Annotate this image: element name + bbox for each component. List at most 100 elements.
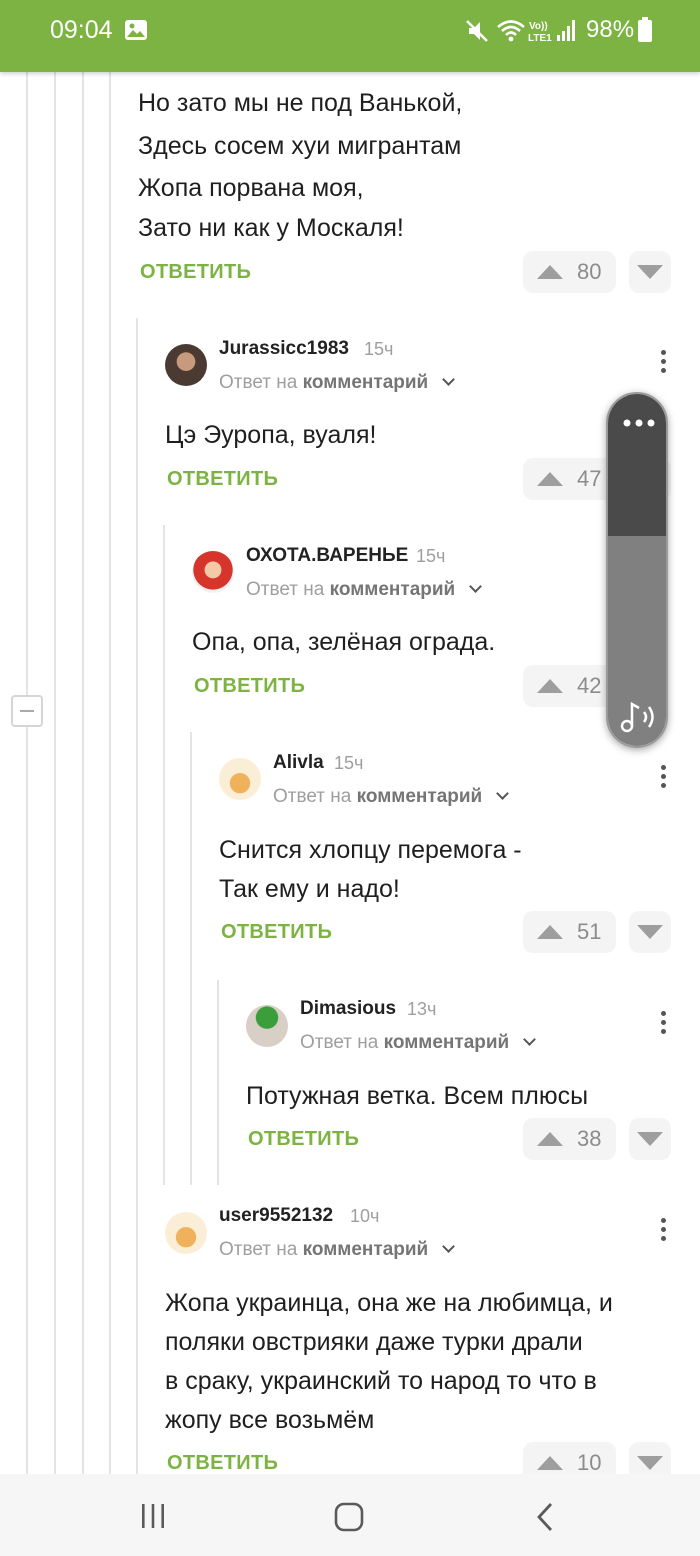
comment-time: 10ч bbox=[350, 1206, 380, 1226]
downvote-icon[interactable] bbox=[629, 1118, 671, 1160]
thread-line bbox=[136, 318, 138, 1474]
more-icon[interactable] bbox=[623, 418, 655, 428]
chevron-down-icon bbox=[441, 373, 455, 386]
reply-to-prefix: Ответ на bbox=[219, 372, 298, 393]
comment-text-line: Потужная ветка. Всем плюсы bbox=[246, 1082, 589, 1110]
navigation-bar bbox=[0, 1474, 700, 1556]
vote-panel: 80 bbox=[523, 251, 616, 293]
comment-text-line: поляки овстрияки даже турки драли bbox=[165, 1328, 583, 1356]
chevron-down-icon bbox=[441, 1240, 455, 1253]
comment-score: 42 bbox=[577, 673, 602, 698]
comment-text-line: Но зато мы не под Ванькой, bbox=[138, 89, 463, 117]
more-icon[interactable] bbox=[654, 762, 674, 792]
more-icon[interactable] bbox=[654, 1215, 674, 1245]
upvote-icon[interactable] bbox=[537, 472, 563, 486]
reply-to-target: комментарий bbox=[302, 372, 429, 393]
more-icon[interactable] bbox=[654, 347, 674, 377]
reply-button[interactable]: ОТВЕТИТЬ bbox=[140, 261, 251, 284]
comment-text-line: жопу все возьмём bbox=[165, 1406, 375, 1434]
avatar[interactable] bbox=[246, 1005, 288, 1047]
avatar[interactable] bbox=[165, 344, 207, 386]
collapse-thread-button[interactable] bbox=[11, 695, 43, 727]
home-icon[interactable] bbox=[334, 1502, 364, 1532]
vote-panel: 51 bbox=[523, 911, 616, 953]
vote-panel: 38 bbox=[523, 1118, 616, 1160]
reply-to-target: комментарий bbox=[302, 1239, 429, 1260]
upvote-icon[interactable] bbox=[537, 679, 563, 693]
volume-panel-header bbox=[608, 394, 666, 536]
reply-button[interactable]: ОТВЕТИТЬ bbox=[248, 1128, 359, 1151]
downvote-icon[interactable] bbox=[629, 911, 671, 953]
svg-text:Vo)): Vo)) bbox=[529, 21, 548, 32]
comment-score: 80 bbox=[577, 259, 602, 284]
more-icon[interactable] bbox=[654, 1008, 674, 1038]
vote-panel: 42 bbox=[523, 665, 616, 707]
volume-panel[interactable] bbox=[606, 392, 668, 748]
thread-line[interactable] bbox=[26, 72, 28, 1474]
chevron-down-icon bbox=[522, 1033, 536, 1046]
status-time: 09:04 bbox=[50, 16, 113, 44]
chevron-down-icon bbox=[468, 580, 482, 593]
comment-author[interactable]: Alivla bbox=[273, 752, 324, 774]
comment-score: 10 bbox=[577, 1450, 602, 1475]
comment-text-line: Здесь сосем хуи мигрантам bbox=[138, 132, 462, 160]
comment-author[interactable]: Dimasious bbox=[300, 998, 396, 1020]
comment-author[interactable]: Jurassicc1983 bbox=[219, 338, 349, 360]
upvote-icon[interactable] bbox=[537, 265, 563, 279]
comment-score: 47 bbox=[577, 466, 602, 491]
svg-text:LTE1: LTE1 bbox=[528, 33, 552, 44]
wifi-icon bbox=[497, 20, 525, 42]
avatar[interactable] bbox=[165, 1212, 207, 1254]
image-icon bbox=[125, 20, 147, 40]
comment-author[interactable]: user9552132 bbox=[219, 1205, 333, 1227]
reply-to-link[interactable]: Ответ на комментарий bbox=[219, 372, 455, 394]
reply-to-prefix: Ответ на bbox=[300, 1032, 379, 1053]
thread-line bbox=[54, 72, 56, 1474]
battery-icon bbox=[638, 17, 652, 42]
downvote-icon[interactable] bbox=[629, 251, 671, 293]
comment-time: 15ч bbox=[364, 339, 394, 359]
comment-time: 15ч bbox=[334, 753, 364, 773]
comment-text-line: в сраку, украинский то народ то что в bbox=[165, 1367, 597, 1395]
comment-author[interactable]: ОХОТА.ВАРЕНЬЕ bbox=[246, 545, 408, 567]
chevron-down-icon bbox=[495, 787, 509, 800]
reply-to-prefix: Ответ на bbox=[219, 1239, 298, 1260]
thread-line bbox=[217, 980, 219, 1185]
reply-to-prefix: Ответ на bbox=[273, 786, 352, 807]
reply-button[interactable]: ОТВЕТИТЬ bbox=[167, 1452, 278, 1475]
reply-button[interactable]: ОТВЕТИТЬ bbox=[194, 675, 305, 698]
thread-line bbox=[163, 525, 165, 1185]
comment-time: 15ч bbox=[416, 546, 446, 566]
avatar[interactable] bbox=[219, 758, 261, 800]
upvote-icon[interactable] bbox=[537, 1132, 563, 1146]
music-volume-icon[interactable] bbox=[620, 700, 658, 734]
comment-score: 38 bbox=[577, 1126, 602, 1151]
thread-line bbox=[109, 72, 111, 1474]
comment-text-line: Жопа украинца, она же на любимца, и bbox=[165, 1289, 613, 1317]
recent-apps-icon[interactable] bbox=[139, 1502, 167, 1530]
volte-icon: Vo)) LTE1 bbox=[528, 21, 552, 44]
reply-to-target: комментарий bbox=[329, 579, 456, 600]
signal-icon bbox=[557, 20, 575, 41]
reply-button[interactable]: ОТВЕТИТЬ bbox=[167, 468, 278, 491]
comment-text-line: Жопа порвана моя, bbox=[138, 174, 364, 202]
reply-to-link[interactable]: Ответ на комментарий bbox=[219, 1239, 455, 1261]
battery-percent: 98% bbox=[586, 16, 635, 43]
back-icon[interactable] bbox=[534, 1502, 556, 1532]
reply-to-prefix: Ответ на bbox=[246, 579, 325, 600]
avatar[interactable] bbox=[192, 551, 234, 593]
upvote-icon[interactable] bbox=[537, 1456, 563, 1470]
comment-time: 13ч bbox=[407, 999, 437, 1019]
status-bar: 09:04 Vo)) LTE1 98% bbox=[0, 0, 700, 72]
thread-line bbox=[82, 72, 84, 1474]
upvote-icon[interactable] bbox=[537, 925, 563, 939]
reply-to-link[interactable]: Ответ на комментарий bbox=[300, 1032, 536, 1054]
reply-button[interactable]: ОТВЕТИТЬ bbox=[221, 921, 332, 944]
reply-to-link[interactable]: Ответ на комментарий bbox=[273, 786, 509, 808]
comment-score: 51 bbox=[577, 919, 602, 944]
comment-text-line: Цэ Эуропа, вуаля! bbox=[165, 421, 377, 449]
thread-line bbox=[190, 732, 192, 1185]
mute-icon bbox=[466, 20, 488, 42]
vote-panel: 47 bbox=[523, 458, 616, 500]
reply-to-link[interactable]: Ответ на комментарий bbox=[246, 579, 482, 601]
